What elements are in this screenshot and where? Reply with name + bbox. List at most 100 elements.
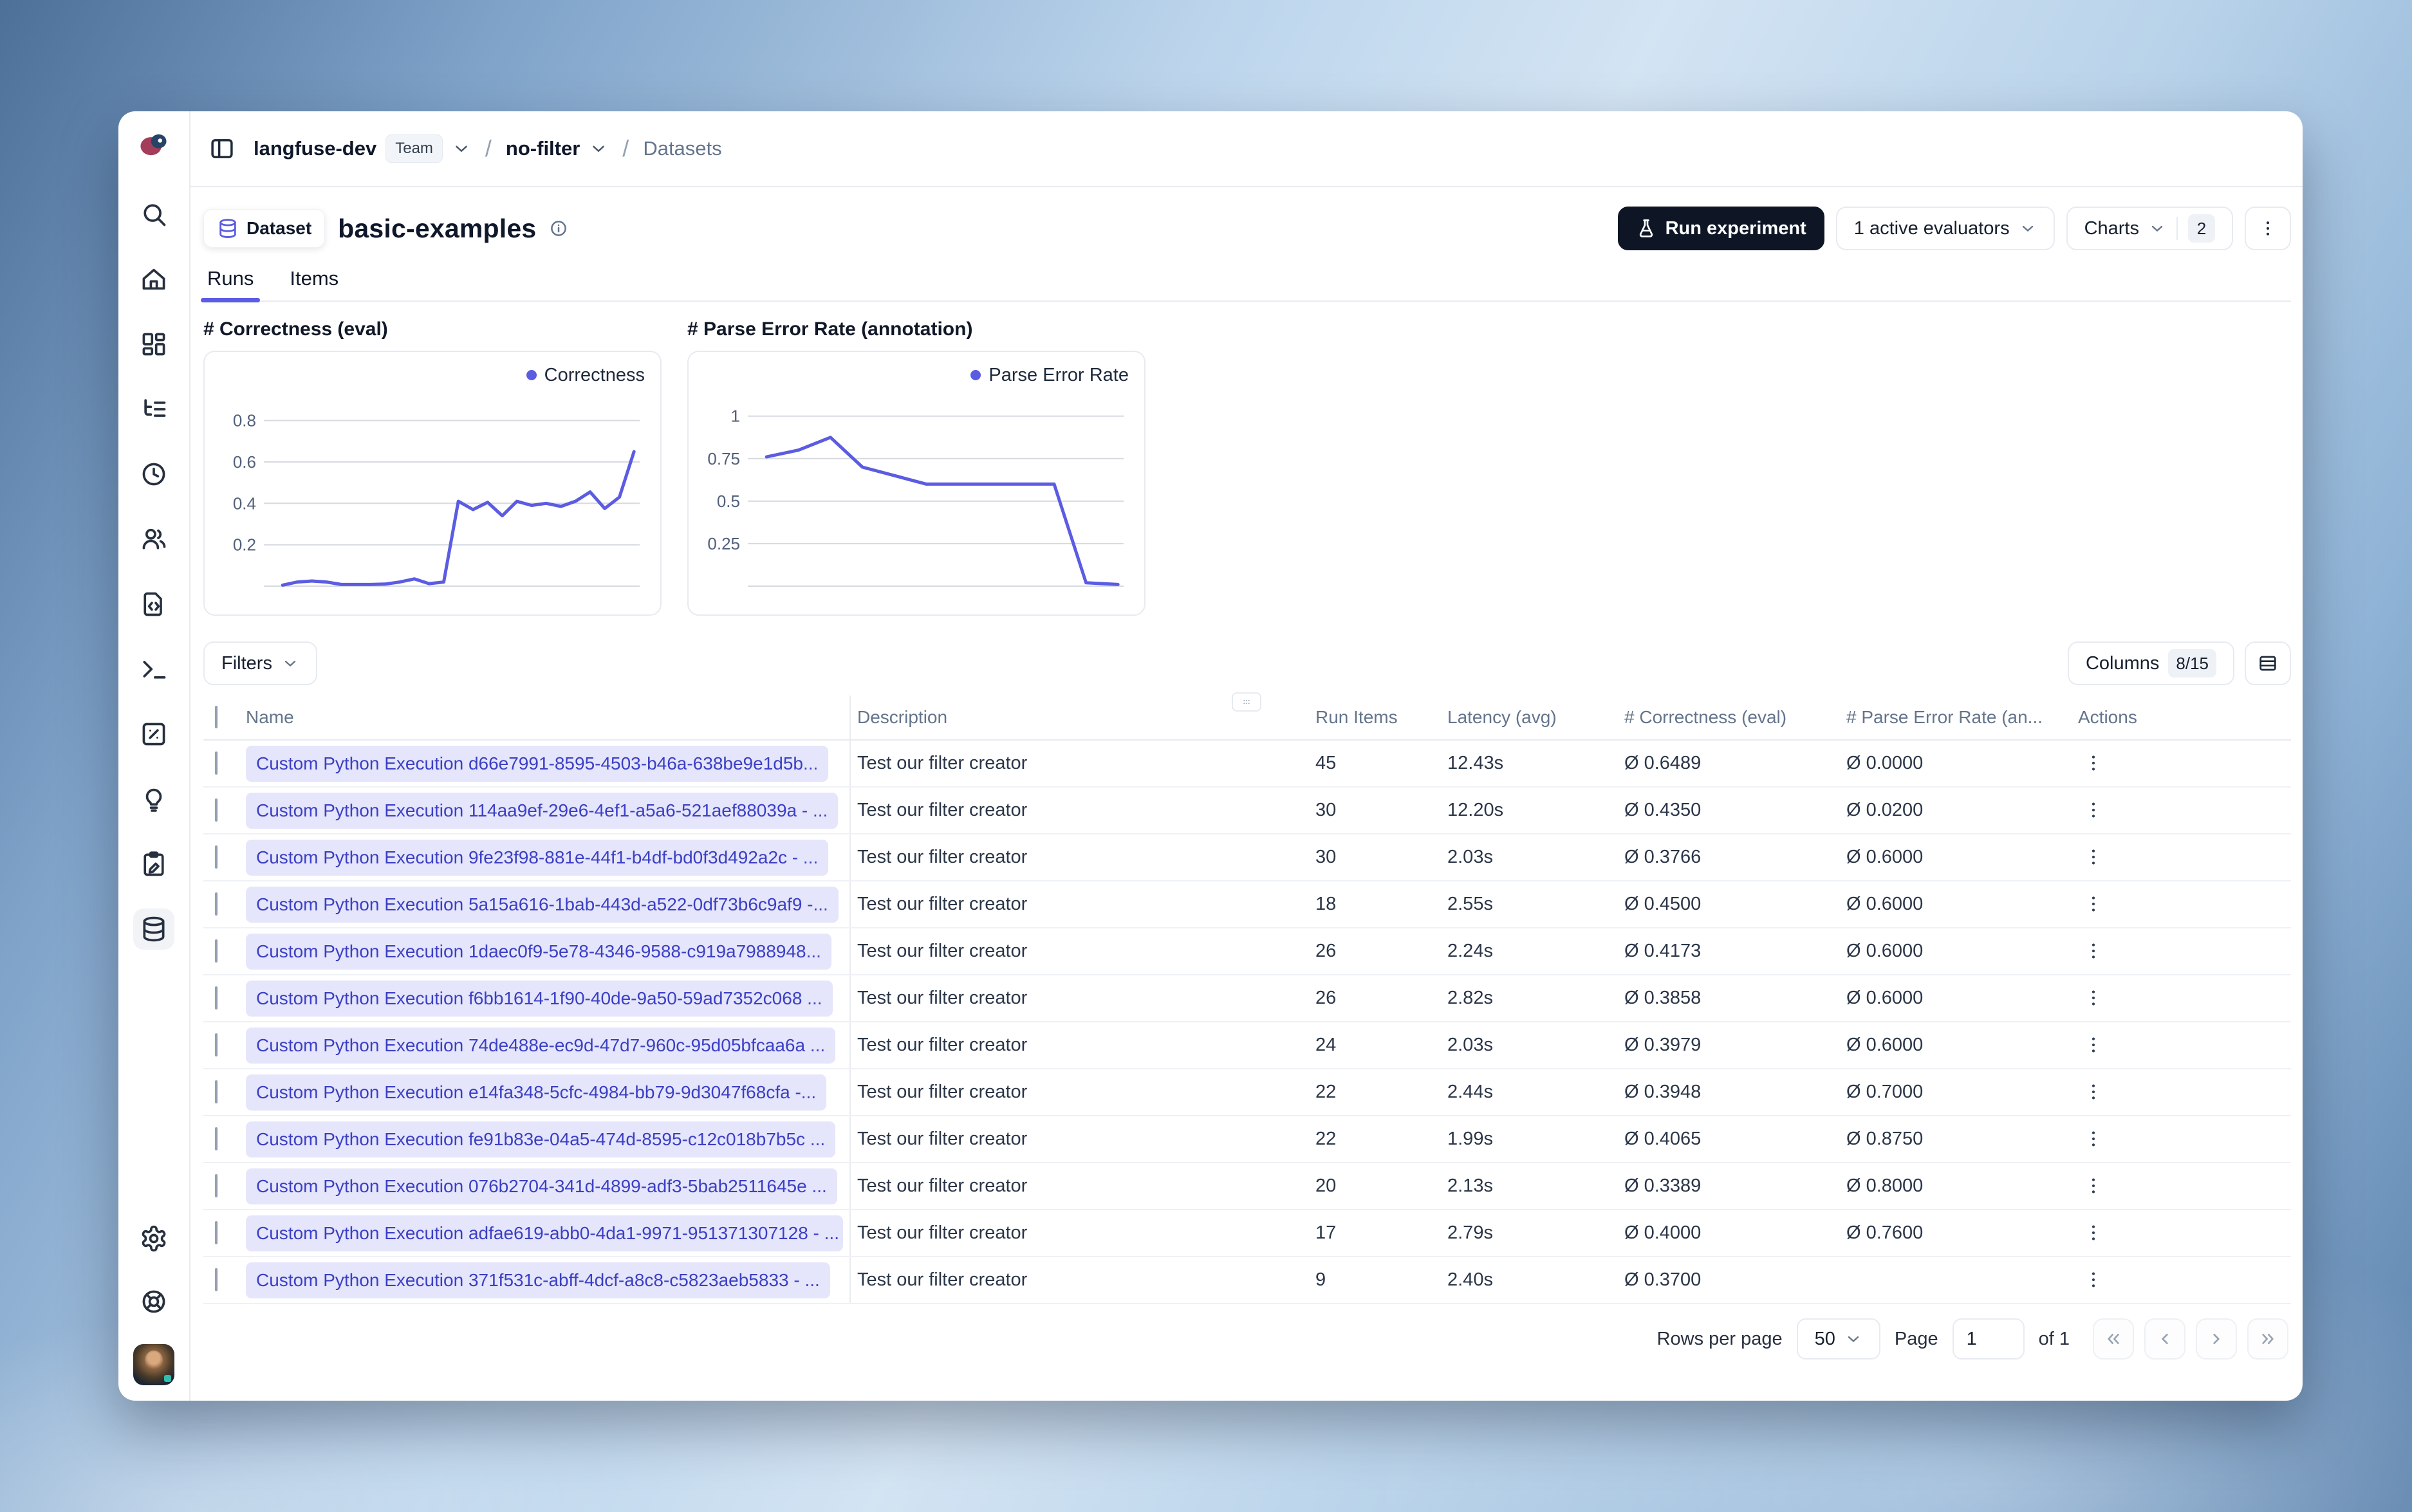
breadcrumb-org[interactable]: langfuse-dev bbox=[254, 137, 376, 160]
breadcrumb-section[interactable]: Datasets bbox=[643, 137, 721, 160]
row-actions-button[interactable] bbox=[2078, 1124, 2109, 1155]
table-row[interactable]: Custom Python Execution 74de488e-ec9d-47… bbox=[203, 1022, 2291, 1069]
row-checkbox[interactable] bbox=[215, 845, 218, 869]
row-actions-button[interactable] bbox=[2078, 1265, 2109, 1296]
prev-page-button[interactable] bbox=[2144, 1318, 2185, 1360]
select-all-checkbox[interactable] bbox=[215, 706, 218, 728]
first-page-button[interactable] bbox=[2093, 1318, 2134, 1360]
row-checkbox[interactable] bbox=[215, 892, 218, 916]
sidebar-item-home[interactable] bbox=[133, 259, 174, 300]
row-checkbox[interactable] bbox=[215, 751, 218, 775]
run-experiment-button[interactable]: Run experiment bbox=[1617, 207, 1824, 250]
row-checkbox[interactable] bbox=[215, 1268, 218, 1291]
column-header-name[interactable]: Name bbox=[239, 696, 851, 739]
run-name-link[interactable]: Custom Python Execution e14fa348-5cfc-49… bbox=[246, 1074, 827, 1111]
project-switcher-chevron-icon[interactable] bbox=[589, 139, 608, 158]
table-row[interactable]: Custom Python Execution 076b2704-341d-48… bbox=[203, 1163, 2291, 1210]
latency-value: 2.55s bbox=[1447, 894, 1493, 914]
run-name-link[interactable]: Custom Python Execution 076b2704-341d-48… bbox=[246, 1168, 837, 1204]
sidebar-item-prompts[interactable] bbox=[133, 584, 174, 625]
breadcrumb-project[interactable]: no-filter bbox=[506, 137, 580, 160]
sidebar-item-dashboards[interactable] bbox=[133, 324, 174, 365]
column-header-parse-error[interactable]: # Parse Error Rate (an... bbox=[1840, 707, 2072, 728]
table-row[interactable]: Custom Python Execution 5a15a616-1bab-44… bbox=[203, 881, 2291, 928]
row-actions-button[interactable] bbox=[2078, 842, 2109, 873]
table-row[interactable]: Custom Python Execution 114aa9ef-29e6-4e… bbox=[203, 788, 2291, 834]
table-row[interactable]: Custom Python Execution f6bb1614-1f90-40… bbox=[203, 975, 2291, 1022]
row-actions-button[interactable] bbox=[2078, 1171, 2109, 1202]
row-actions-button[interactable] bbox=[2078, 889, 2109, 920]
evaluators-button[interactable]: 1 active evaluators bbox=[1835, 207, 2055, 250]
row-checkbox[interactable] bbox=[215, 1127, 218, 1150]
run-description: Test our filter creator bbox=[857, 1222, 1028, 1243]
run-name-link[interactable]: Custom Python Execution 74de488e-ec9d-47… bbox=[246, 1027, 836, 1064]
row-actions-button[interactable] bbox=[2078, 983, 2109, 1014]
row-actions-button[interactable] bbox=[2078, 1077, 2109, 1108]
table-row[interactable]: Custom Python Execution adfae619-abb0-4d… bbox=[203, 1210, 2291, 1257]
run-name-link[interactable]: Custom Python Execution fe91b83e-04a5-47… bbox=[246, 1121, 836, 1157]
row-actions-button[interactable] bbox=[2078, 1218, 2109, 1249]
run-name-link[interactable]: Custom Python Execution f6bb1614-1f90-40… bbox=[246, 980, 833, 1017]
sidebar-item-insights[interactable] bbox=[133, 779, 174, 820]
row-checkbox[interactable] bbox=[215, 1221, 218, 1244]
lifebuoy-icon bbox=[140, 1287, 168, 1316]
svg-text:0.2: 0.2 bbox=[233, 535, 256, 555]
tab-items[interactable]: Items bbox=[286, 261, 342, 300]
table-row[interactable]: Custom Python Execution 9fe23f98-881e-44… bbox=[203, 834, 2291, 881]
row-checkbox[interactable] bbox=[215, 798, 218, 822]
run-name-link[interactable]: Custom Python Execution 371f531c-abff-4d… bbox=[246, 1262, 830, 1298]
row-checkbox[interactable] bbox=[215, 986, 218, 1010]
charts-button[interactable]: Charts 2 bbox=[2066, 207, 2233, 250]
row-actions-button[interactable] bbox=[2078, 748, 2109, 779]
row-checkbox[interactable] bbox=[215, 1080, 218, 1103]
row-actions-button[interactable] bbox=[2078, 936, 2109, 967]
rows-per-page-select[interactable]: 50 bbox=[1796, 1318, 1880, 1360]
svg-text:1: 1 bbox=[731, 407, 740, 426]
run-name-link[interactable]: Custom Python Execution adfae619-abb0-4d… bbox=[246, 1215, 843, 1251]
column-header-latency[interactable]: Latency (avg) bbox=[1441, 707, 1618, 728]
sidebar-item-tracing[interactable] bbox=[133, 389, 174, 430]
info-icon[interactable] bbox=[549, 219, 568, 238]
run-name-link[interactable]: Custom Python Execution 1daec0f9-5e78-43… bbox=[246, 933, 831, 970]
sidebar-item-sessions[interactable] bbox=[133, 454, 174, 495]
row-checkbox[interactable] bbox=[215, 939, 218, 963]
more-actions-button[interactable] bbox=[2245, 207, 2291, 250]
sidebar-item-playground[interactable] bbox=[133, 649, 174, 690]
table-row[interactable]: Custom Python Execution 371f531c-abff-4d… bbox=[203, 1257, 2291, 1304]
run-description: Test our filter creator bbox=[857, 1175, 1028, 1196]
row-height-button[interactable] bbox=[2245, 641, 2291, 685]
sidebar-item-support[interactable] bbox=[133, 1281, 174, 1322]
kebab-icon bbox=[2083, 1034, 2104, 1056]
column-header-correctness[interactable]: # Correctness (eval) bbox=[1618, 707, 1840, 728]
sidebar-item-datasets[interactable] bbox=[133, 908, 174, 950]
row-actions-button[interactable] bbox=[2078, 1030, 2109, 1061]
row-checkbox[interactable] bbox=[215, 1174, 218, 1197]
run-name-link[interactable]: Custom Python Execution 9fe23f98-881e-44… bbox=[246, 839, 829, 876]
run-name-link[interactable]: Custom Python Execution d66e7991-8595-45… bbox=[246, 745, 829, 782]
user-avatar[interactable] bbox=[133, 1344, 174, 1385]
table-row[interactable]: Custom Python Execution fe91b83e-04a5-47… bbox=[203, 1116, 2291, 1163]
columns-button[interactable]: Columns 8/15 bbox=[2067, 641, 2234, 685]
sidebar-item-users[interactable] bbox=[133, 519, 174, 560]
sidebar-item-annotation[interactable] bbox=[133, 844, 174, 885]
run-name-link[interactable]: Custom Python Execution 114aa9ef-29e6-4e… bbox=[246, 792, 839, 829]
sidebar-item-search[interactable] bbox=[133, 194, 174, 235]
sidebar-item-settings[interactable] bbox=[133, 1218, 174, 1259]
sidebar-toggle-button[interactable] bbox=[209, 135, 236, 162]
page-input[interactable]: 1 bbox=[1952, 1318, 2025, 1360]
sidebar-item-evaluation[interactable] bbox=[133, 714, 174, 755]
org-switcher-chevron-icon[interactable] bbox=[452, 139, 471, 158]
table-row[interactable]: Custom Python Execution e14fa348-5cfc-49… bbox=[203, 1069, 2291, 1116]
filters-button[interactable]: Filters bbox=[203, 641, 317, 685]
table-row[interactable]: Custom Python Execution 1daec0f9-5e78-43… bbox=[203, 928, 2291, 975]
lightbulb-icon bbox=[140, 785, 168, 813]
tab-runs[interactable]: Runs bbox=[200, 261, 261, 302]
run-name-link[interactable]: Custom Python Execution 5a15a616-1bab-44… bbox=[246, 886, 839, 923]
table-row[interactable]: Custom Python Execution d66e7991-8595-45… bbox=[203, 741, 2291, 788]
row-checkbox[interactable] bbox=[215, 1033, 218, 1056]
row-actions-button[interactable] bbox=[2078, 795, 2109, 826]
column-header-run-items[interactable]: Run Items bbox=[1309, 707, 1441, 728]
resize-handle[interactable] bbox=[1232, 692, 1261, 712]
next-page-button[interactable] bbox=[2196, 1318, 2237, 1360]
last-page-button[interactable] bbox=[2247, 1318, 2288, 1360]
